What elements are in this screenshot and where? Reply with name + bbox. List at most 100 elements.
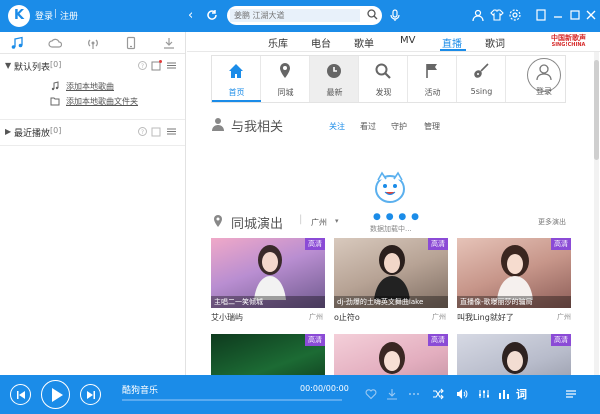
tab-lyrics[interactable]: 歌词: [485, 35, 505, 50]
recent-list-count: [0]: [50, 126, 62, 135]
live-card[interactable]: 高清 直播像-歌曝丽莎的骗局: [457, 238, 571, 308]
desktop-lyrics-button[interactable]: 词: [516, 386, 527, 402]
tab-mv[interactable]: MV: [400, 35, 415, 46]
login-label[interactable]: 登录: [527, 86, 561, 97]
add-local-songs-item[interactable]: 添加本地歌曲: [0, 79, 185, 94]
hd-badge: 高清: [551, 238, 571, 250]
edit-list-icon[interactable]: [151, 60, 162, 71]
tab-live[interactable]: 直播: [442, 35, 462, 50]
voice-search-icon[interactable]: [388, 8, 402, 22]
mobile-icon[interactable]: [124, 36, 138, 50]
card-caption: dj-劲爆的土嗨英文舞曲lake: [334, 296, 448, 308]
sing-china-badge[interactable]: 中国新歌声 SING!CHINA: [551, 35, 586, 49]
recent-list-header[interactable]: ▶ 最近播放 [0] ?: [0, 123, 185, 141]
card-performer-name[interactable]: 艾小瑞屿: [211, 312, 243, 323]
play-button[interactable]: [41, 380, 70, 409]
equalizer-icon[interactable]: [498, 388, 510, 400]
tab-radio[interactable]: 电台: [311, 35, 331, 50]
settings-icon[interactable]: [508, 8, 522, 22]
play-icon: [52, 388, 63, 402]
download-icon[interactable]: [386, 388, 398, 400]
radio-icon[interactable]: [86, 36, 100, 50]
tab-library[interactable]: 乐库: [268, 35, 288, 50]
locate-icon[interactable]: ?: [137, 60, 148, 71]
skin-icon[interactable]: [490, 8, 504, 22]
performer-photo: [379, 342, 405, 374]
live-card[interactable]: 高清 主唱二一笑倾城: [211, 238, 325, 308]
city-selector[interactable]: 广州: [311, 217, 327, 228]
progress-bar[interactable]: [122, 399, 342, 401]
search-input[interactable]: [230, 9, 360, 22]
tab-playlists[interactable]: 歌单: [354, 35, 374, 50]
live-card[interactable]: 高清: [457, 334, 571, 375]
tab-following[interactable]: 关注: [329, 121, 345, 132]
card-caption: 主唱二一笑倾城: [211, 296, 325, 308]
refresh-icon[interactable]: [205, 8, 219, 22]
register-link[interactable]: 注册: [60, 9, 78, 22]
main-scrollbar[interactable]: [594, 52, 599, 375]
card-performer-name[interactable]: o止符o: [334, 312, 360, 323]
tab-guarding[interactable]: 守护: [391, 121, 407, 132]
login-link[interactable]: 登录: [35, 9, 53, 22]
playback-time: 00:00/00:00: [300, 384, 349, 393]
heart-icon[interactable]: [365, 388, 377, 400]
next-button[interactable]: [80, 384, 101, 405]
kugou-logo[interactable]: K: [8, 5, 30, 27]
sub-nav-events[interactable]: 活动: [408, 56, 457, 102]
chevron-down-icon[interactable]: ▾: [335, 217, 339, 225]
cloud-icon[interactable]: [48, 36, 62, 50]
download-icon[interactable]: [162, 36, 176, 50]
previous-button[interactable]: [10, 384, 31, 405]
guitar-icon: [474, 63, 489, 78]
live-card[interactable]: 高清: [211, 334, 325, 375]
performer-photo: [374, 245, 410, 300]
card-performer-name[interactable]: 叫我Ling就好了: [457, 312, 514, 323]
tab-manage[interactable]: 管理: [424, 121, 440, 132]
more-icon[interactable]: [408, 388, 420, 400]
sub-nav-5sing[interactable]: 5sing: [457, 56, 506, 102]
next-icon: [87, 391, 95, 399]
menu-icon[interactable]: [166, 126, 177, 137]
shuffle-icon[interactable]: [432, 388, 444, 400]
expand-arrow-icon[interactable]: ▶: [5, 127, 11, 136]
performer-photo: [497, 245, 533, 300]
maximize-icon[interactable]: [568, 8, 582, 22]
volume-icon[interactable]: [456, 388, 468, 400]
add-local-folder-item[interactable]: 添加本地歌曲文件夹: [0, 94, 185, 109]
sub-nav-nearby[interactable]: 同城: [261, 56, 310, 102]
add-local-folder-link[interactable]: 添加本地歌曲文件夹: [66, 96, 138, 107]
close-icon[interactable]: [584, 8, 598, 22]
sub-nav-discover[interactable]: 发现: [359, 56, 408, 102]
live-card[interactable]: 高清 dj-劲爆的土嗨英文舞曲lake: [334, 238, 448, 308]
sub-nav-home[interactable]: 首页: [212, 56, 261, 102]
mini-mode-icon[interactable]: [534, 8, 548, 22]
sound-effects-icon[interactable]: [478, 388, 490, 400]
music-note-icon[interactable]: [10, 36, 24, 50]
menu-icon[interactable]: [166, 60, 177, 71]
sub-nav-latest[interactable]: 最新: [310, 56, 359, 102]
location-icon: [214, 215, 222, 227]
scrollbar-thumb[interactable]: [594, 60, 599, 160]
edit-list-icon[interactable]: [151, 126, 162, 137]
svg-text:?: ?: [141, 129, 144, 136]
default-list-header[interactable]: ▼ 默认列表 [0] ?: [0, 57, 185, 75]
more-shows-link[interactable]: 更多演出: [538, 217, 566, 227]
hd-badge: 高清: [428, 238, 448, 250]
person-icon: [212, 118, 224, 131]
main-content: 乐库 电台 歌单 MV 直播 歌词 中国新歌声 SING!CHINA 首页 同城…: [187, 32, 600, 375]
active-tab-indicator: [440, 49, 466, 51]
locate-icon[interactable]: ?: [137, 126, 148, 137]
hd-badge: 高清: [305, 334, 325, 346]
add-local-songs-link[interactable]: 添加本地歌曲: [66, 81, 114, 92]
back-icon[interactable]: ‹: [188, 7, 193, 25]
minimize-icon[interactable]: [551, 8, 565, 22]
live-card[interactable]: 高清: [334, 334, 448, 375]
sub-nav-label: 首页: [228, 88, 245, 97]
user-icon[interactable]: [471, 8, 485, 22]
tab-watched[interactable]: 看过: [360, 121, 376, 132]
collapse-arrow-icon[interactable]: ▼: [5, 61, 11, 70]
search-icon[interactable]: [366, 8, 379, 21]
live-sub-nav: 首页 同城 最新 发现 活动 5sing 登录: [211, 55, 566, 103]
playlist-icon[interactable]: [565, 388, 577, 400]
related-section-header: 与我相关 关注 看过 守护 管理: [211, 116, 591, 135]
